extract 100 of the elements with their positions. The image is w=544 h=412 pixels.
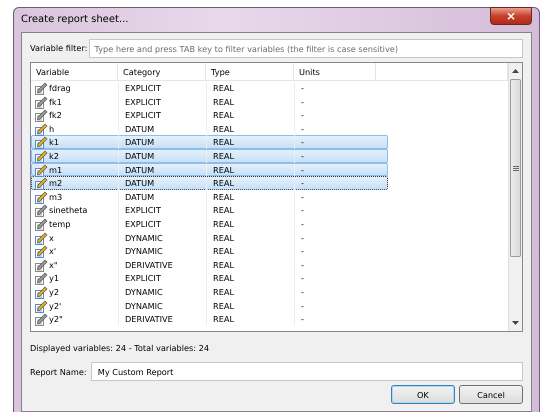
table-cell: DATUM bbox=[125, 150, 154, 163]
table-row[interactable]: k1 DATUM REAL - bbox=[31, 135, 388, 149]
table-cell: - bbox=[301, 258, 304, 272]
variable-name: y2' bbox=[49, 300, 62, 312]
table-row[interactable]: temp EXPLICIT REAL - bbox=[31, 216, 388, 231]
table-row[interactable]: y2' DYNAMIC REAL - bbox=[31, 298, 388, 312]
window-title: Create report sheet... bbox=[21, 13, 128, 27]
grip-icon bbox=[512, 166, 518, 170]
table-cell: REAL bbox=[213, 164, 234, 177]
table-cell: - bbox=[301, 122, 304, 136]
table-row[interactable]: sinetheta EXPLICIT REAL - bbox=[31, 203, 388, 217]
table-cell: REAL bbox=[213, 300, 234, 312]
table-row[interactable]: x" DERIVATIVE REAL - bbox=[31, 258, 388, 272]
table-cell: - bbox=[301, 286, 304, 299]
table-cell: - bbox=[301, 272, 304, 286]
column-header[interactable]: Type bbox=[206, 63, 294, 82]
table-row[interactable]: y2 DYNAMIC REAL - bbox=[31, 284, 388, 298]
table-cell: REAL bbox=[213, 82, 234, 95]
table-cell: DERIVATIVE bbox=[125, 313, 173, 326]
table-cell: REAL bbox=[213, 313, 234, 326]
variable-name: x bbox=[49, 232, 54, 245]
table-cell: DYNAMIC bbox=[125, 286, 163, 299]
table-cell: - bbox=[301, 136, 304, 150]
variable-name: y2" bbox=[49, 313, 63, 326]
table-cell: REAL bbox=[213, 136, 234, 150]
table-cell: - bbox=[301, 96, 304, 109]
scroll-down-icon[interactable] bbox=[512, 321, 519, 325]
table-cell: DYNAMIC bbox=[125, 245, 163, 258]
status-text: Displayed variables: 24 - Total variables: 24 bbox=[30, 342, 210, 354]
table-row[interactable]: y2" DERIVATIVE REAL - bbox=[31, 312, 388, 326]
table-cell: EXPLICIT bbox=[125, 82, 161, 95]
dialog-button[interactable]: OK bbox=[390, 385, 455, 404]
table-cell: DATUM bbox=[125, 177, 154, 190]
report-name-field[interactable]: My Custom Report bbox=[90, 362, 523, 382]
variable-name: y1 bbox=[49, 272, 60, 286]
variable-name: x' bbox=[49, 245, 56, 258]
table-cell: - bbox=[301, 300, 304, 312]
table-cell: DATUM bbox=[125, 136, 154, 150]
table-cell: - bbox=[301, 164, 304, 177]
table-cell: REAL bbox=[213, 96, 234, 109]
table-row[interactable]: fdrag EXPLICIT REAL - bbox=[31, 81, 388, 95]
table-cell: REAL bbox=[213, 286, 234, 299]
table-cell: REAL bbox=[213, 258, 234, 272]
variable-name: h bbox=[49, 122, 54, 136]
table-row[interactable]: m1 DATUM REAL - bbox=[31, 162, 388, 176]
column-header[interactable]: Units bbox=[294, 63, 376, 82]
table-cell: REAL bbox=[213, 232, 234, 245]
table-cell: - bbox=[301, 82, 304, 95]
variable-name: m2 bbox=[49, 177, 62, 190]
table-row[interactable]: m2 DATUM REAL - bbox=[31, 176, 388, 190]
table-cell: - bbox=[301, 204, 304, 218]
table-row[interactable]: y1 EXPLICIT REAL - bbox=[31, 271, 388, 285]
table-cell: REAL bbox=[213, 204, 234, 218]
column-header[interactable]: Category bbox=[118, 63, 206, 82]
table-row[interactable]: fk1 EXPLICIT REAL - bbox=[31, 94, 388, 108]
dialog-button[interactable]: Cancel bbox=[459, 385, 523, 404]
table-cell: REAL bbox=[213, 245, 234, 258]
table-row[interactable]: fk2 EXPLICIT REAL - bbox=[31, 108, 388, 122]
variable-name: fk2 bbox=[49, 109, 62, 122]
table-cell: - bbox=[301, 218, 304, 231]
table-cell: DERIVATIVE bbox=[125, 258, 173, 272]
table-cell: DATUM bbox=[125, 164, 154, 177]
filter-label: Variable filter: bbox=[30, 42, 88, 55]
table-cell: - bbox=[301, 190, 304, 204]
table-row[interactable]: k2 DATUM REAL - bbox=[31, 148, 388, 163]
filter-field[interactable]: Type here and press TAB key to filter variables (the filter is case sensitive) bbox=[89, 39, 523, 58]
table-cell: EXPLICIT bbox=[125, 218, 161, 231]
variable-name: m1 bbox=[49, 164, 62, 177]
variable-name: sinetheta bbox=[49, 204, 88, 218]
table-cell: REAL bbox=[213, 109, 234, 122]
table-row[interactable]: x' DYNAMIC REAL - bbox=[31, 244, 388, 258]
table-cell: - bbox=[301, 150, 304, 163]
variable-name: k1 bbox=[49, 136, 59, 150]
table-cell: EXPLICIT bbox=[125, 272, 161, 286]
table-cell: REAL bbox=[213, 150, 234, 163]
variable-name: fdrag bbox=[49, 82, 71, 95]
table-cell: DYNAMIC bbox=[125, 232, 163, 245]
scrollbar[interactable] bbox=[508, 63, 522, 331]
table-cell: REAL bbox=[213, 190, 234, 204]
report-name-label: Report Name: bbox=[30, 366, 87, 378]
table-row[interactable]: m3 DATUM REAL - bbox=[31, 190, 388, 204]
variable-name: y2 bbox=[49, 286, 60, 299]
table-cell: DATUM bbox=[125, 122, 154, 136]
table-cell: EXPLICIT bbox=[125, 204, 161, 218]
variable-name: fk1 bbox=[49, 96, 62, 109]
table-cell: EXPLICIT bbox=[125, 96, 161, 109]
column-header[interactable]: Variable bbox=[31, 63, 118, 82]
variable-name: m3 bbox=[49, 190, 62, 204]
table-cell: - bbox=[301, 245, 304, 258]
table-cell: DATUM bbox=[125, 190, 154, 204]
table-row[interactable]: x DYNAMIC REAL - bbox=[31, 230, 388, 244]
table-cell: REAL bbox=[213, 272, 234, 286]
scroll-up-icon[interactable] bbox=[512, 69, 519, 73]
close-button[interactable]: × bbox=[490, 7, 532, 25]
table-cell: - bbox=[301, 109, 304, 122]
table-cell: REAL bbox=[213, 177, 234, 190]
table-cell: - bbox=[301, 313, 304, 326]
table-cell: REAL bbox=[213, 122, 234, 136]
table-cell: - bbox=[301, 177, 304, 190]
scroll-thumb[interactable] bbox=[510, 79, 521, 257]
